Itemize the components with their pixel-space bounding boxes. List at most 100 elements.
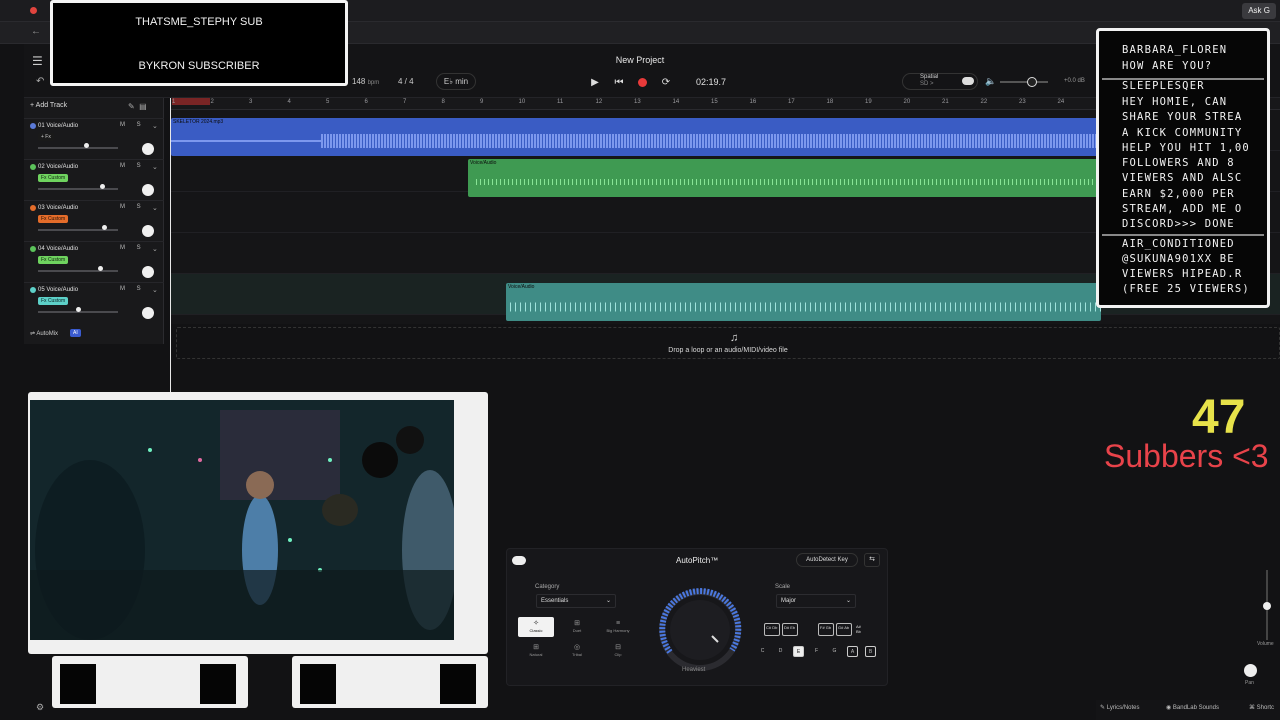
note-button-c[interactable]: C [757, 646, 768, 657]
sharp-key-button[interactable]: D# Eb [782, 623, 798, 636]
back-arrow-icon[interactable]: ← [31, 26, 41, 37]
play-icon[interactable]: ▶ [590, 77, 600, 88]
track-name[interactable]: 01 Voice/Audio [38, 123, 78, 129]
fx-button[interactable]: Fx Custom [38, 256, 69, 264]
style-option-natural[interactable]: ⊞ Natural [518, 641, 554, 661]
lyrics-notes-button[interactable]: ✎ Lyrics/Notes [1100, 704, 1140, 711]
ask-button[interactable]: Ask G [1242, 3, 1276, 19]
track-pan-knob[interactable] [142, 266, 154, 278]
fader-knob[interactable] [76, 307, 81, 312]
master-volume-slider[interactable] [1000, 81, 1048, 83]
chevron-down-icon: ⌄ [845, 598, 851, 604]
track-name[interactable]: 03 Voice/Audio [38, 205, 78, 211]
fader-knob[interactable] [98, 266, 103, 271]
audio-clip-voice-5[interactable]: Voice/Audio [506, 283, 1101, 321]
track-row[interactable]: 03 Voice/Audio Fx Custom M S ⌄ [24, 200, 164, 241]
automix-label[interactable]: ⇌ AutoMix [30, 330, 58, 337]
note-button-f[interactable]: F [811, 646, 822, 657]
track-row[interactable]: 04 Voice/Audio Fx Custom M S ⌄ [24, 241, 164, 282]
mute-solo-buttons[interactable]: M S [120, 204, 146, 210]
note-button-a[interactable]: A [847, 646, 858, 657]
volume-knob[interactable] [1263, 602, 1271, 610]
track-row[interactable]: 05 Voice/Audio Fx Custom M S ⌄ [24, 282, 164, 323]
mute-solo-buttons[interactable]: M S [120, 286, 146, 292]
audio-clip-main[interactable]: SKELETOR 2024.mp3 [171, 118, 1101, 156]
fx-button[interactable]: Fx Custom [38, 297, 69, 305]
mute-solo-buttons[interactable]: M S [120, 245, 146, 251]
track-row[interactable]: 02 Voice/Audio Fx Custom M S ⌄ [24, 159, 164, 200]
category-value: Essentials [541, 598, 569, 604]
chevron-down-icon[interactable]: ⌄ [152, 286, 158, 294]
record-icon[interactable] [638, 77, 647, 87]
track-pan-knob[interactable] [142, 143, 154, 155]
fader-knob[interactable] [84, 143, 89, 148]
style-option-duet[interactable]: ⊞ Duet [559, 617, 595, 637]
loop-icon[interactable]: ⟳ [661, 77, 671, 88]
shortcuts-label: Shortc [1256, 705, 1275, 711]
track-name[interactable]: 02 Voice/Audio [38, 164, 78, 170]
fx-button[interactable]: Fx Custom [38, 174, 69, 182]
style-label: Duet [572, 628, 582, 633]
style-option-big-harmony[interactable]: ≡ Big Harmony [600, 617, 636, 637]
effect-knob[interactable] [656, 586, 744, 674]
chevron-down-icon[interactable]: ⌄ [152, 122, 158, 130]
bottom-left-icon[interactable]: ⚙ [36, 702, 44, 713]
fx-button[interactable]: Fx Custom [38, 215, 69, 223]
track-tools-icon[interactable]: ✎ ▤ [128, 102, 147, 111]
close-window-icon[interactable] [30, 7, 37, 14]
add-track-button[interactable]: + Add Track [30, 102, 67, 109]
note-button-e[interactable]: E [793, 646, 804, 657]
track-name[interactable]: 04 Voice/Audio [38, 246, 78, 252]
tempo-display[interactable]: 148 bpm [352, 77, 379, 86]
note-button-d[interactable]: D [775, 646, 786, 657]
loop-region[interactable] [172, 98, 210, 105]
waveform [476, 179, 1101, 185]
style-option-tribal[interactable]: ◎ Tribal [559, 641, 595, 661]
track-volume-fader[interactable] [38, 147, 118, 149]
audio-clip-voice-2[interactable]: Voice/Audio [468, 159, 1101, 197]
ruler-bar-number: 11 [557, 99, 564, 105]
style-label: Clip [614, 652, 622, 657]
playhead[interactable] [170, 98, 171, 392]
chevron-down-icon[interactable]: ⌄ [152, 245, 158, 253]
drop-zone[interactable] [176, 327, 1280, 359]
key-button[interactable]: E♭ min [436, 73, 476, 90]
chevron-down-icon[interactable]: ⌄ [152, 163, 158, 171]
style-icon: ◎ [573, 644, 581, 651]
track-pan-knob[interactable] [142, 307, 154, 319]
track-pan-knob[interactable] [142, 184, 154, 196]
bandlab-sounds-button[interactable]: ◉ BandLab Sounds [1166, 704, 1219, 711]
sharp-key-button[interactable]: F# Gb [818, 623, 834, 636]
fader-knob[interactable] [100, 184, 105, 189]
settings-icon[interactable]: ⇆ [864, 553, 880, 567]
time-signature[interactable]: 4 / 4 [398, 77, 414, 86]
style-option-clip[interactable]: ⊟ Clip [600, 641, 636, 661]
fx-button[interactable]: + Fx [38, 133, 54, 141]
scale-dropdown[interactable]: Major ⌄ [776, 594, 856, 608]
sharp-key-button[interactable]: C# Db [764, 623, 780, 636]
track-volume-fader[interactable] [38, 188, 118, 190]
chevron-down-icon[interactable]: ⌄ [152, 204, 158, 212]
undo-icon[interactable]: ↶ [36, 76, 44, 87]
note-button-g[interactable]: G [829, 646, 840, 657]
pan-knob[interactable] [1244, 664, 1257, 677]
autodetect-key-button[interactable]: AutoDetect Key [796, 553, 858, 567]
sharp-key-button[interactable]: G# Ab [836, 623, 852, 636]
sharp-key-label[interactable]: A# Bb [856, 624, 861, 634]
autopitch-toggle[interactable] [512, 556, 526, 565]
skip-back-icon[interactable]: ⏮ [614, 77, 624, 88]
category-dropdown[interactable]: Essentials ⌄ [536, 594, 616, 608]
mute-solo-buttons[interactable]: M S [120, 122, 146, 128]
track-name[interactable]: 05 Voice/Audio [38, 287, 78, 293]
master-volume-knob[interactable] [1027, 77, 1037, 87]
speaker-icon[interactable]: 🔈 [985, 76, 996, 87]
track-pan-knob[interactable] [142, 225, 154, 237]
mute-solo-buttons[interactable]: M S [120, 163, 146, 169]
note-button-b[interactable]: B [865, 646, 876, 657]
track-volume-fader[interactable] [38, 270, 118, 272]
track-row[interactable]: 01 Voice/Audio + Fx M S ⌄ [24, 118, 164, 159]
spatial-toggle[interactable] [962, 77, 974, 85]
shortcuts-button[interactable]: ⌘ Shortc [1249, 704, 1274, 711]
fader-knob[interactable] [102, 225, 107, 230]
style-option-classic[interactable]: ✧ Classic [518, 617, 554, 637]
